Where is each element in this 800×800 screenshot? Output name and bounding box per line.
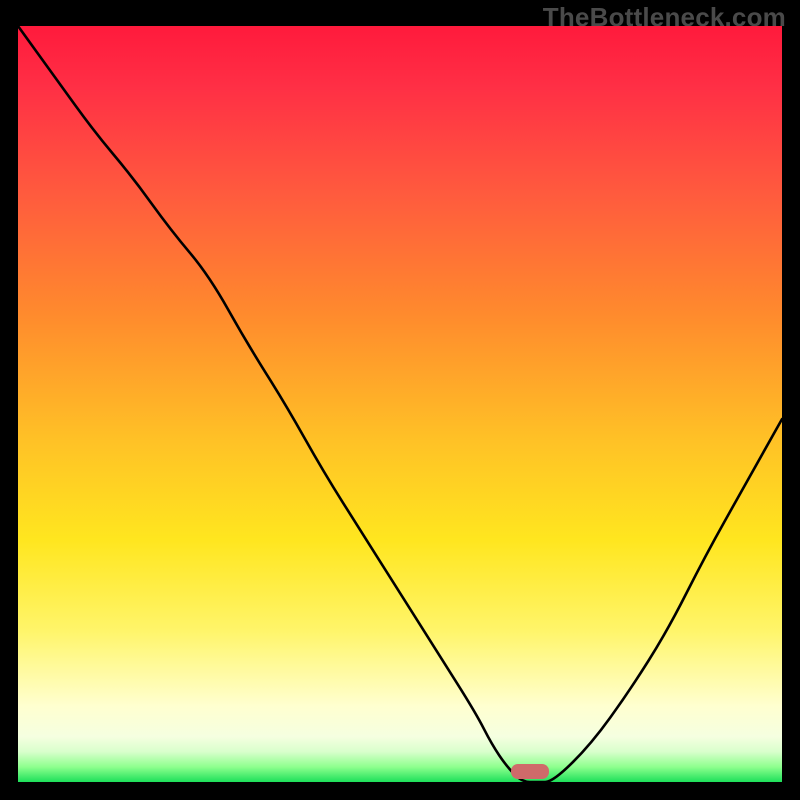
bottleneck-curve-svg xyxy=(18,26,782,782)
plot-area xyxy=(18,26,782,782)
chart-container: TheBottleneck.com xyxy=(0,0,800,800)
bottleneck-curve-path xyxy=(18,26,782,782)
optimal-marker xyxy=(511,764,549,779)
